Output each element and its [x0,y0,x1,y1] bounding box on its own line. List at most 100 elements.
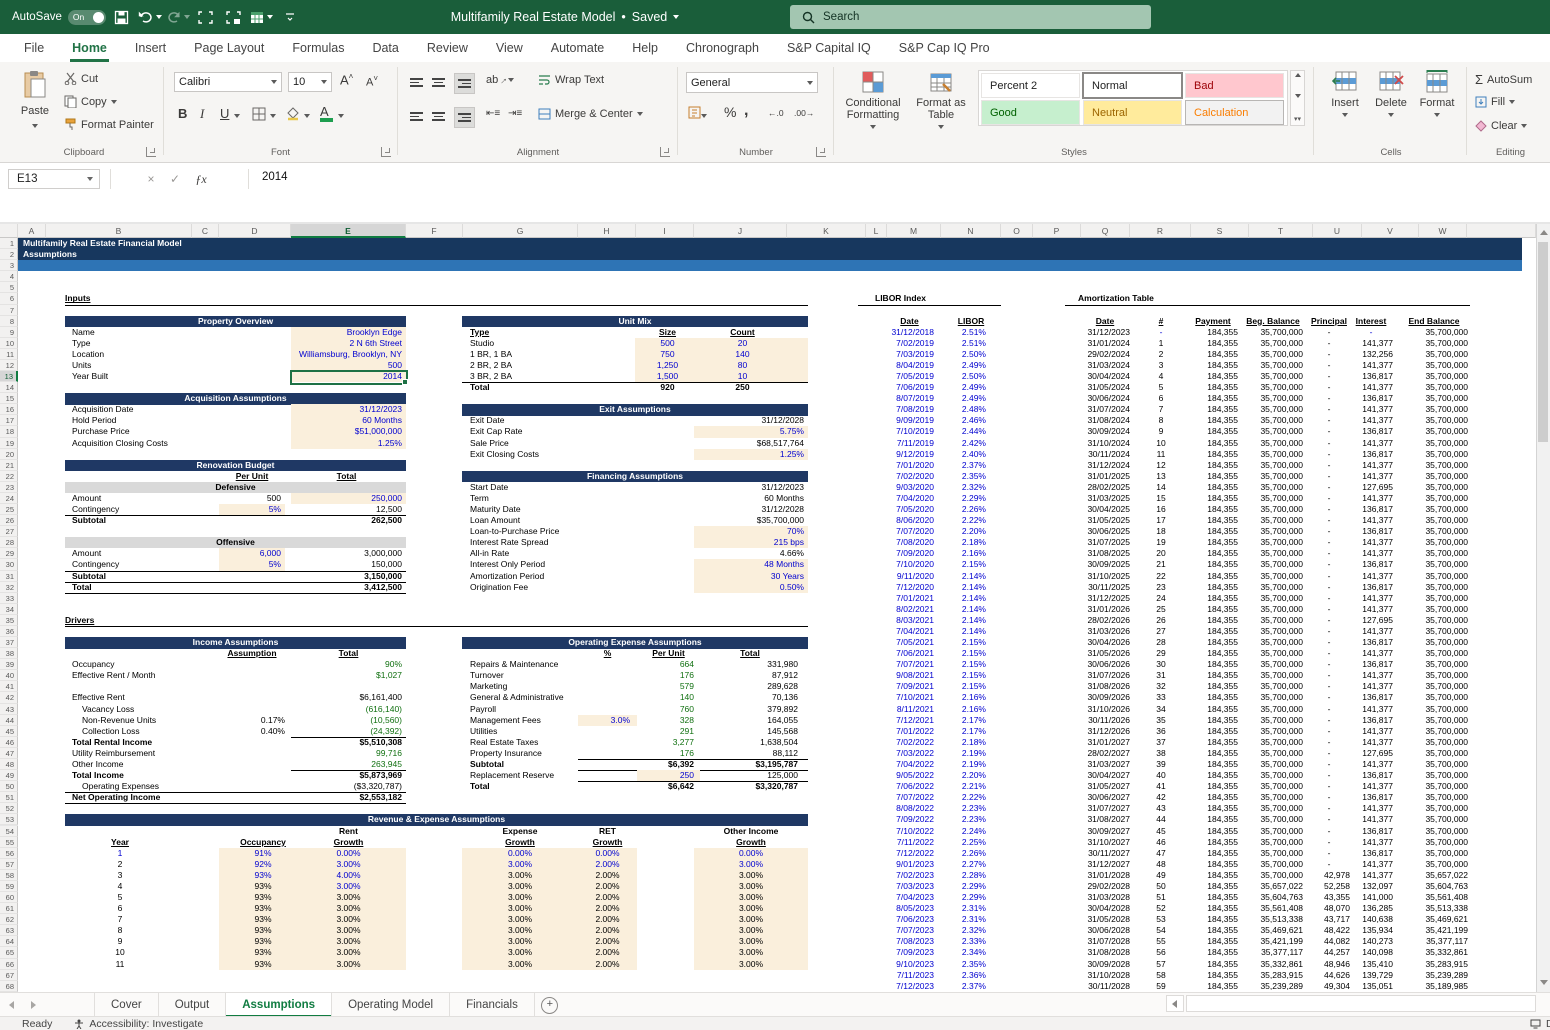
amort-interest[interactable]: 140,098 [1362,947,1393,958]
revexp-rent-growth[interactable]: 3.00% [291,925,406,936]
amort-payment[interactable]: 184,355 [1207,548,1238,559]
format-as-table-button[interactable]: Format as Table [910,70,972,133]
amort-payment[interactable]: 184,355 [1207,460,1238,471]
amort-num[interactable]: 13 [1146,471,1176,482]
row-header-22[interactable]: 22 [0,471,18,482]
opex-perunit[interactable]: 328 [680,715,694,726]
amort-principal[interactable]: - [1305,537,1353,548]
amort-interest[interactable]: 136,817 [1362,559,1393,570]
row-header-66[interactable]: 66 [0,959,18,970]
amort-end-balance[interactable]: 35,283,915 [1425,959,1468,970]
libor-date[interactable]: 7/07/2022 [896,792,934,803]
libor-date[interactable]: 9/11/2020 [897,571,934,582]
amort-principal[interactable]: - [1305,837,1353,848]
income-colhdr-assumption[interactable]: Assumption [219,648,285,659]
libor-rate[interactable]: 2.14% [962,593,986,604]
amort-date[interactable]: 31/10/2026 [1087,704,1130,715]
libor-rate[interactable]: 2.49% [962,382,986,393]
sheet-nav-right[interactable] [22,993,44,1017]
sheet-tab-output[interactable]: Output [159,993,227,1017]
revexp-occupancy[interactable]: 93% [227,925,299,936]
libor-date[interactable]: 7/12/2020 [896,582,934,593]
amort-beg-balance[interactable]: 35,700,000 [1260,759,1303,770]
income-label[interactable]: Total Income [72,770,124,781]
amort-num[interactable]: 40 [1146,770,1176,781]
amort-payment[interactable]: 184,355 [1207,526,1238,537]
libor-rate[interactable]: 2.48% [962,404,986,415]
row-header-47[interactable]: 47 [0,748,18,759]
amort-end-balance[interactable]: 35,700,000 [1425,449,1468,460]
row-header-43[interactable]: 43 [0,704,18,715]
amort-payment[interactable]: 184,355 [1207,892,1238,903]
libor-rate[interactable]: 2.26% [962,848,986,859]
amort-interest[interactable]: 141,377 [1362,471,1393,482]
revexp-other-income-growth[interactable]: 3.00% [694,914,808,925]
amort-payment[interactable]: 184,355 [1207,438,1238,449]
amort-principal[interactable]: - [1305,826,1353,837]
libor-rate[interactable]: 2.14% [962,615,986,626]
amort-date[interactable]: 31/03/2025 [1087,493,1130,504]
opex-perunit[interactable]: 664 [680,659,694,670]
unitmix-total-count[interactable]: 250 [700,382,785,393]
revexp-occupancy[interactable]: 93% [227,892,299,903]
amort-payment[interactable]: 184,355 [1207,936,1238,947]
row-header-53[interactable]: 53 [0,814,18,825]
amort-num[interactable]: 31 [1146,670,1176,681]
confirm-entry-button[interactable]: ✓ [164,169,186,189]
sheet-tab-cover[interactable]: Cover [94,993,159,1017]
amort-payment[interactable]: 184,355 [1207,692,1238,703]
amort-interest[interactable]: 136,817 [1362,692,1393,703]
amort-payment[interactable]: 184,355 [1207,737,1238,748]
amort-payment[interactable]: 184,355 [1207,327,1238,338]
amort-interest[interactable]: 141,377 [1362,759,1393,770]
decrease-decimal-button[interactable]: .00→ [794,108,814,118]
row-header-23[interactable]: 23 [0,482,18,493]
libor-date[interactable]: 31/12/2018 [891,327,934,338]
amort-num[interactable]: 23 [1146,582,1176,593]
amort-interest[interactable]: 141,377 [1362,460,1393,471]
libor-date[interactable]: 7/03/2022 [896,748,934,759]
opex-total[interactable]: 1,638,504 [760,737,798,748]
amort-end-balance[interactable]: 35,700,000 [1425,493,1468,504]
revexp-expense-growth[interactable]: 3.00% [462,881,578,892]
amort-payment[interactable]: 184,355 [1207,970,1238,981]
vscroll-down-icon[interactable] [1540,980,1548,985]
revexp-hdr-growth[interactable]: Growth [694,837,808,848]
amort-interest[interactable]: 141,377 [1362,781,1393,792]
amort-interest[interactable]: 141,377 [1362,681,1393,692]
amort-principal[interactable]: 49,304 [1324,981,1350,992]
amort-principal[interactable]: - [1305,438,1353,449]
insert-cells-button[interactable]: Insert [1324,70,1366,121]
amort-interest[interactable]: 139,729 [1362,970,1393,981]
amort-principal[interactable]: - [1305,571,1353,582]
income-label[interactable]: Net Operating Income [72,792,160,803]
amort-interest[interactable]: 136,817 [1362,582,1393,593]
amort-date[interactable]: 30/04/2027 [1087,770,1130,781]
row-header-57[interactable]: 57 [0,859,18,870]
amort-interest[interactable]: 136,817 [1362,848,1393,859]
financing-value[interactable]: 30 Years [771,571,804,582]
amort-beg-balance[interactable]: 35,700,000 [1260,814,1303,825]
libor-rate[interactable]: 2.24% [962,826,986,837]
financing-value[interactable]: 4.66% [780,548,804,559]
amort-payment[interactable]: 184,355 [1207,604,1238,615]
amort-num[interactable]: 21 [1146,559,1176,570]
libor-date[interactable]: 9/10/2023 [896,959,934,970]
libor-date[interactable]: 9/12/2019 [896,449,934,460]
amort-principal[interactable]: - [1305,848,1353,859]
libor-date[interactable]: 7/07/2023 [896,925,934,936]
amort-payment[interactable]: 184,355 [1207,648,1238,659]
revexp-ret-growth[interactable]: 2.00% [578,936,637,947]
opex-perunit[interactable]: 140 [680,692,694,703]
revexp-other-income-growth[interactable]: 3.00% [694,947,808,958]
opex-label[interactable]: Marketing [470,681,507,692]
property-label[interactable]: Units [72,360,91,371]
amort-num[interactable]: 44 [1146,814,1176,825]
renovation-label[interactable]: Contingency [72,504,119,515]
amort-payment[interactable]: 184,355 [1207,504,1238,515]
amort-num[interactable]: 22 [1146,571,1176,582]
amort-interest[interactable]: 141,377 [1362,382,1393,393]
revexp-year[interactable]: 7 [100,914,140,925]
libor-date[interactable]: 7/01/2021 [896,593,934,604]
financing-label[interactable]: Loan Amount [470,515,520,526]
